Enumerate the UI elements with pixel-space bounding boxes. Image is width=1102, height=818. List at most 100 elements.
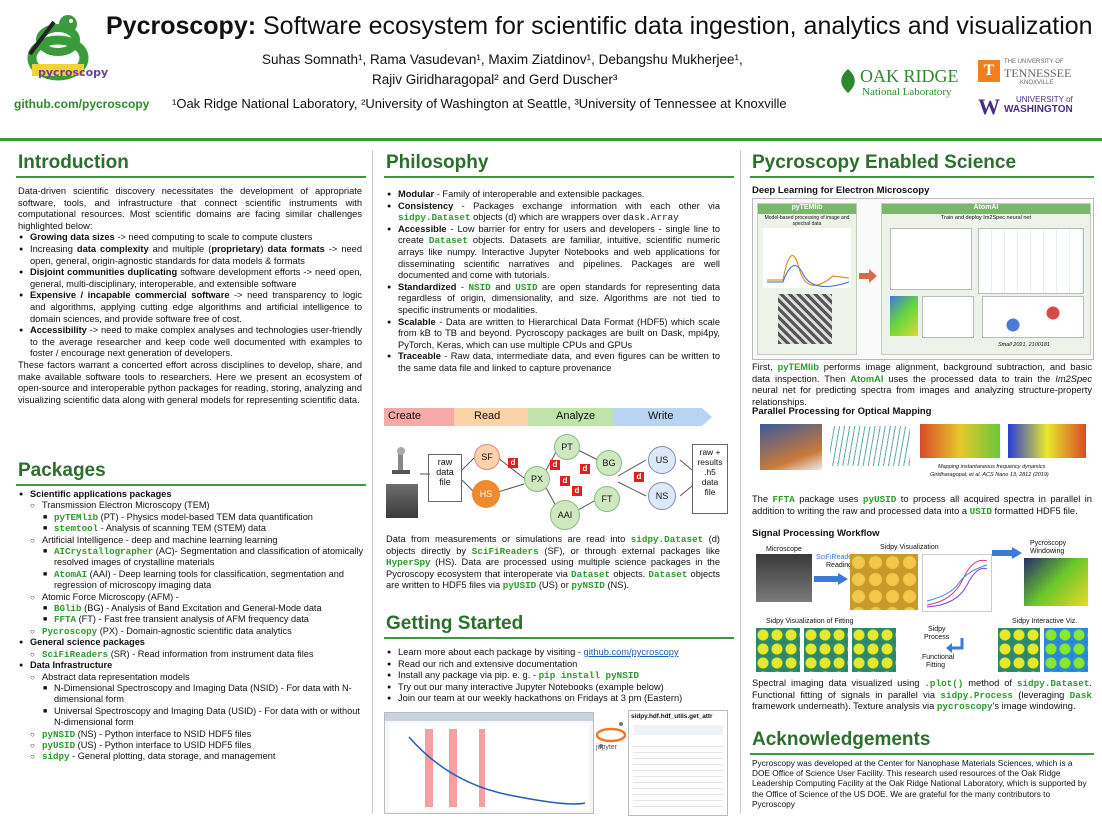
notebook-plot <box>389 723 589 811</box>
getting-started-rule <box>384 637 734 639</box>
sp-caption: Spectral imaging data visualized using .… <box>752 678 1092 713</box>
output-data-file: raw + results .h5 data file <box>692 444 728 514</box>
poster-title: Pycroscopy: Software ecosystem for scien… <box>106 12 1096 41</box>
utk-line3: KNOXVILLE <box>1020 80 1054 86</box>
package-subgroup: Transmission Electron Microscopy (TEM) p… <box>30 500 366 535</box>
philosophy-item: Modular - Family of interoperable and ex… <box>386 189 720 201</box>
uw-line1: UNIVERSITY of <box>1016 95 1073 104</box>
dl-image-tile <box>778 294 832 344</box>
package-item: Universal Spectroscopy and Imaging Data … <box>42 706 366 729</box>
notebook-toolbar <box>385 713 593 721</box>
package-subgroup: Atomic Force Microscopy (AFM) - BGlib (B… <box>30 592 366 627</box>
dataset-badge: d <box>560 476 570 486</box>
package-item: BGlib (BG) - Analysis of Band Excitation… <box>42 603 366 615</box>
package-item: AICrystallographer (AC)- Segmentation an… <box>42 546 366 569</box>
sp-windowing-image <box>1024 558 1088 606</box>
pp-caption: The FFTA package uses pyUSID to process … <box>752 494 1092 517</box>
ack-text: Pycroscopy was developed at the Center f… <box>752 758 1087 809</box>
node-bg: BG <box>596 450 622 476</box>
sp-curves-plot <box>922 554 992 612</box>
pp-afm-image <box>760 424 822 470</box>
utk-line1: THE UNIVERSITY OF <box>1004 59 1064 65</box>
sp-reading-label: Reading <box>826 562 853 569</box>
docs-title: sidpy.hdf.hdf_utils.get_attr <box>631 713 713 720</box>
package-item: AtomAI (AAI) - Deep learning tools for c… <box>42 569 366 592</box>
intro-title: Introduction <box>18 152 129 173</box>
dataset-badge: d <box>634 472 644 482</box>
column-divider-1 <box>372 150 373 814</box>
packages-list: Scientific applications packages Transmi… <box>18 489 366 763</box>
node-us: US <box>648 446 676 474</box>
package-subgroup: sidpy - General plotting, data storage, … <box>30 751 366 763</box>
sp-windowing-label: Windowing <box>1030 548 1065 555</box>
dl-arrow-icon <box>859 269 877 283</box>
affiliations: ¹Oak Ridge National Laboratory, ²Univers… <box>172 96 787 111</box>
gs-item: Try out our many interactive Jupyter Not… <box>386 682 726 694</box>
dl-heading: Deep Learning for Electron Microscopy <box>752 185 930 196</box>
node-aai: AAI <box>550 500 580 530</box>
sp-vis-image <box>850 554 918 610</box>
philosophy-title: Philosophy <box>386 152 489 173</box>
sp-func-fit-1: Functional <box>922 654 955 661</box>
philosophy-item: Accessible - Low barrier for entry for u… <box>386 224 720 282</box>
intro-rule <box>16 176 366 178</box>
github-link[interactable]: github.com/pycroscopy <box>14 97 149 111</box>
philosophy-item: Scalable - Data are written to Hierarchi… <box>386 317 720 352</box>
dl-spectrum-plot <box>763 228 851 288</box>
intro-para-1: Data-driven scientific discovery necessi… <box>18 186 362 231</box>
package-subgroup: SciFiReaders (SR) - Read information fro… <box>30 649 366 661</box>
intro-body: Data-driven scientific discovery necessi… <box>18 186 362 406</box>
dl-left-panel: pyTEMlib Model-based processing of image… <box>757 203 857 355</box>
header-divider <box>0 138 1102 141</box>
sp-inter-image-2 <box>1044 628 1088 672</box>
authors-line-2: Rajiv Giridharagopal² and Gerd Duscher³ <box>372 72 618 87</box>
node-ns: NS <box>648 482 676 510</box>
dl-ref: Small 2021, 2100181 <box>998 342 1050 348</box>
sp-fit-image-3 <box>852 628 896 672</box>
intro-bullet: Increasing data complexity and multiple … <box>18 244 362 267</box>
node-ft: FT <box>594 486 620 512</box>
dataset-badge: d <box>550 460 560 470</box>
gs-item: Install any package via pip. e. g. - pip… <box>386 670 726 682</box>
dl-right-title: AtomAI <box>882 204 1090 214</box>
enabled-rule <box>750 176 1094 178</box>
logo-text: pycroscopy <box>38 66 109 79</box>
getting-started-list: Learn more about each package by visitin… <box>386 647 726 705</box>
package-group: Data Infrastructure Abstract data repres… <box>18 660 366 763</box>
flow-read: Read <box>474 410 501 422</box>
ack-title: Acknowledgements <box>752 729 931 750</box>
utk-logo: T THE UNIVERSITY OF TENNESSEE KNOXVILLE <box>978 59 1098 90</box>
intro-bullet: Disjoint communities duplicating softwar… <box>18 267 362 290</box>
sp-loop-arrow-icon <box>946 636 966 656</box>
pp-ref-2: Giridharagopal, et al. ACS Nano 13, 2812… <box>930 472 1049 478</box>
sp-fit-image-1 <box>756 628 800 672</box>
ornl-line2: National Laboratory <box>862 86 952 98</box>
github-url-link[interactable]: github.com/pycroscopy <box>584 647 679 657</box>
package-subgroup: pyUSID (US) - Python interface to USID H… <box>30 740 366 752</box>
flow-diagram: Create Read Analyze Write raw data file … <box>384 406 734 534</box>
package-item: FFTA (FT) - Fast free transient analysis… <box>42 614 366 626</box>
sp-microscope-label: Microscope <box>766 546 802 553</box>
sp-inter-label: Sidpy Interactive Viz. <box>1012 618 1078 625</box>
sp-process-label-1: Sidpy <box>928 626 946 633</box>
sp-microscope-photo <box>756 554 812 602</box>
enabled-title: Pycroscopy Enabled Science <box>752 152 1017 173</box>
uw-w-icon: W <box>978 94 1000 119</box>
node-pt: PT <box>554 434 580 460</box>
package-item: stemtool - Analysis of scanning TEM (STE… <box>42 523 366 535</box>
sp-figure: Microscope SciFiReaders Reading Sidpy Vi… <box>752 540 1092 674</box>
utk-t-icon: T <box>978 60 1000 82</box>
dl-latent-grid <box>978 228 1084 294</box>
docs-body-lines <box>633 741 723 811</box>
getting-started-title: Getting Started <box>386 613 524 634</box>
flow-create: Create <box>388 410 422 422</box>
raw-data-file: raw data file <box>428 454 462 502</box>
uw-logo: W UNIVERSITY of WASHINGTON <box>978 94 1098 120</box>
pp-heading: Parallel Processing for Optical Mapping <box>752 406 932 417</box>
gs-item: Join our team at our weekly hackathons o… <box>386 693 726 705</box>
ornl-leaf-icon <box>841 69 855 93</box>
sp-func-fit-2: Fitting <box>926 662 946 669</box>
sp-fit-label: Sidpy Visualization of Fitting <box>766 618 854 625</box>
pp-ref-1: Mapping instantaneous frequency dynamics <box>938 464 1046 470</box>
dl-scatter-plot <box>982 296 1084 338</box>
